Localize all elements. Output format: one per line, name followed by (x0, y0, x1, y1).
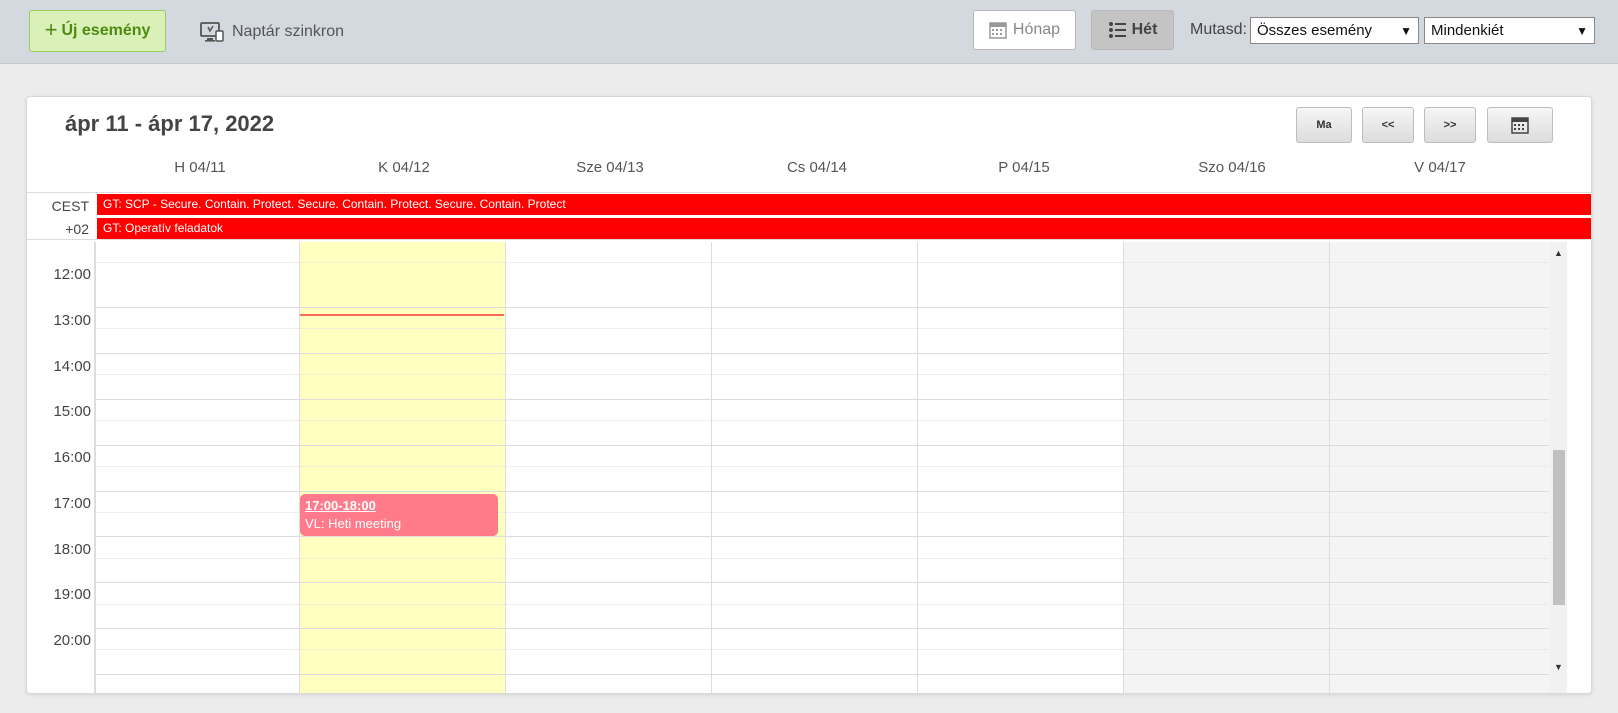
plus-icon: + (44, 16, 58, 42)
half-hour-line (95, 604, 1549, 605)
hour-line (95, 445, 1549, 446)
date-picker-button[interactable] (1487, 107, 1553, 143)
dropdown-arrow-icon: ▼ (1400, 23, 1412, 38)
hour-label: 19:00 (53, 586, 91, 603)
day-header-tue[interactable]: K 04/12 (299, 159, 509, 176)
hour-label: 16:00 (53, 449, 91, 466)
day-column-sun[interactable] (1329, 242, 1550, 693)
list-icon (1108, 22, 1126, 38)
all-day-event[interactable]: GT: Operatív feladatok (97, 218, 1591, 239)
hour-label: 20:00 (53, 632, 91, 649)
hour-line (95, 353, 1549, 354)
day-header-fri[interactable]: P 04/15 (919, 159, 1129, 176)
hour-line (95, 536, 1549, 537)
week-view-button[interactable]: Hét (1091, 10, 1174, 50)
half-hour-line (95, 649, 1549, 650)
hour-label: 14:00 (53, 358, 91, 375)
day-column-thu[interactable] (711, 242, 917, 693)
event-filter-value: Összes esemény (1257, 22, 1373, 39)
day-column-sat[interactable] (1123, 242, 1329, 693)
hour-line (95, 674, 1549, 675)
scrollbar-thumb[interactable] (1553, 450, 1565, 605)
calendar-sync-button[interactable]: Naptár szinkron (200, 18, 344, 46)
all-day-event[interactable]: GT: SCP - Secure. Contain. Protect. Secu… (97, 194, 1591, 215)
day-headers: H 04/11 K 04/12 Sze 04/13 Cs 04/14 P 04/… (27, 159, 1591, 187)
day-header-mon[interactable]: H 04/11 (95, 159, 305, 176)
hour-line (95, 628, 1549, 629)
hour-line (95, 307, 1549, 308)
hour-label: 13:00 (53, 312, 91, 329)
calendar-sync-label: Naptár szinkron (232, 23, 345, 40)
half-hour-line (95, 420, 1549, 421)
half-hour-line (95, 466, 1549, 467)
day-column-fri[interactable] (917, 242, 1123, 693)
half-hour-line (95, 262, 1549, 263)
calendar-icon (1511, 117, 1529, 134)
hour-label: 12:00 (53, 266, 91, 283)
day-column-wed[interactable] (505, 242, 711, 693)
time-grid: 12:00 13:00 14:00 15:00 16:00 17:00 18:0… (27, 242, 1591, 693)
day-header-wed[interactable]: Sze 04/13 (505, 159, 715, 176)
toolbar: + Új esemény Naptár szinkron Hónap Hét M… (0, 0, 1618, 64)
hour-line (95, 582, 1549, 583)
today-button[interactable]: Ma (1296, 107, 1352, 143)
show-label: Mutasd: (1190, 21, 1247, 38)
new-event-label: Új esemény (61, 22, 151, 39)
half-hour-line (95, 328, 1549, 329)
hour-line (95, 399, 1549, 400)
previous-week-button[interactable]: << (1362, 107, 1414, 143)
day-column-tue-today[interactable] (299, 242, 505, 693)
hour-label: 15:00 (53, 403, 91, 420)
calendar-panel: ápr 11 - ápr 17, 2022 Ma << >> H 04/11 K… (26, 96, 1592, 694)
scroll-down-arrow-icon[interactable]: ▼ (1554, 662, 1563, 672)
calendar-icon (989, 22, 1007, 39)
day-header-sat[interactable]: Szo 04/16 (1127, 159, 1337, 176)
people-filter-value: Mindenkiét (1431, 22, 1504, 39)
new-event-button[interactable]: + Új esemény (29, 10, 166, 52)
scroll-up-arrow-icon[interactable]: ▲ (1554, 248, 1563, 258)
timezone-offset: +02 (65, 221, 89, 237)
people-filter-select[interactable]: Mindenkiét ▼ (1424, 17, 1595, 44)
event-time[interactable]: 17:00-18:00 (305, 498, 493, 513)
monitor-sync-icon (200, 22, 224, 42)
week-view-label: Hét (1131, 21, 1158, 38)
current-time-indicator (300, 314, 504, 316)
date-range-title: ápr 11 - ápr 17, 2022 (65, 111, 275, 136)
half-hour-line (95, 374, 1549, 375)
next-week-button[interactable]: >> (1424, 107, 1476, 143)
calendar-event[interactable]: 17:00-18:00 VL: Heti meeting (300, 494, 498, 536)
hour-label: 18:00 (53, 541, 91, 558)
month-view-label: Hónap (1012, 21, 1061, 38)
day-header-sun[interactable]: V 04/17 (1335, 159, 1545, 176)
event-filter-select[interactable]: Összes esemény ▼ (1250, 17, 1419, 44)
event-title: VL: Heti meeting (305, 516, 402, 531)
half-hour-line (95, 558, 1549, 559)
day-header-thu[interactable]: Cs 04/14 (712, 159, 922, 176)
hour-line (95, 491, 1549, 492)
dropdown-arrow-icon: ▼ (1576, 23, 1588, 38)
month-view-button[interactable]: Hónap (973, 10, 1076, 50)
timezone-name: CEST (51, 198, 89, 214)
day-column-mon[interactable] (95, 242, 300, 693)
all-day-row: CEST +02 GT: SCP - Secure. Contain. Prot… (27, 192, 1591, 240)
hour-label: 17:00 (53, 495, 91, 512)
